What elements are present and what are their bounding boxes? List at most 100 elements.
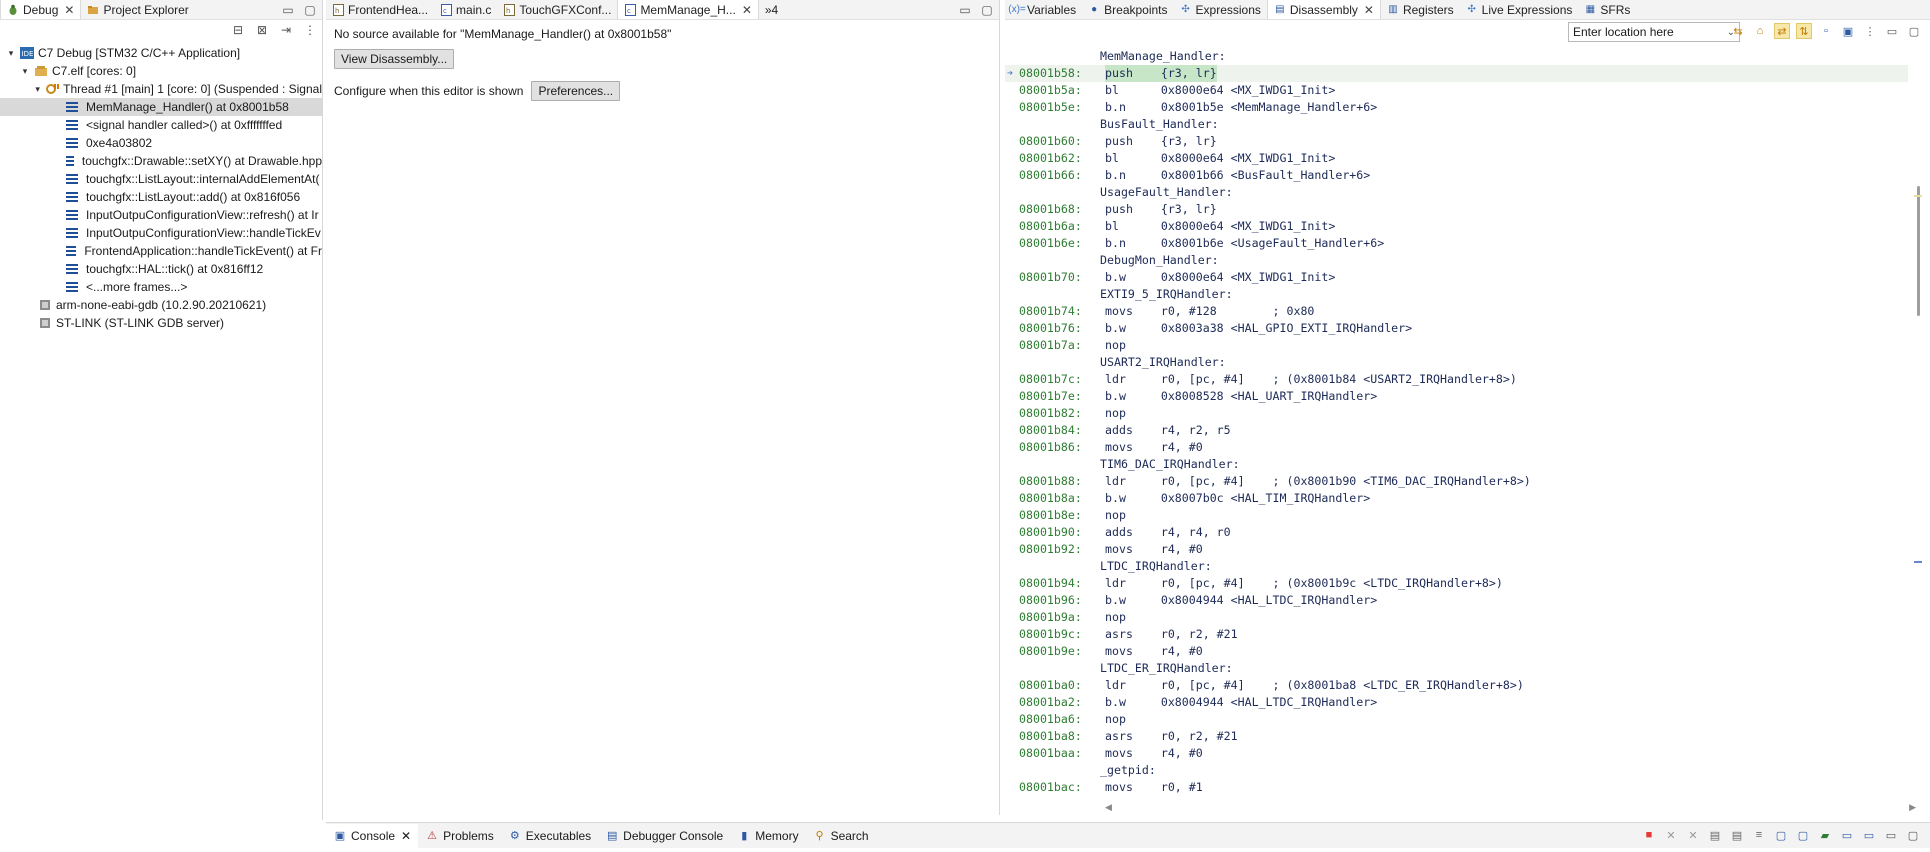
- open-console-icon[interactable]: ▭: [1862, 828, 1876, 842]
- instruction-line[interactable]: 08001b94: ldr r0, [pc, #4] ; (0x8001b9c <…: [1005, 575, 1908, 592]
- instruction-line[interactable]: 08001b5a: bl 0x8000e64 <MX_IWDG1_Init>: [1005, 82, 1908, 99]
- scroll-right-icon[interactable]: ▶: [1909, 802, 1916, 813]
- instruction-line[interactable]: 08001b68: push {r3, lr}: [1005, 201, 1908, 218]
- tab-registers[interactable]: ▥ Registers: [1381, 0, 1460, 19]
- instruction-line[interactable]: 08001b9c: asrs r0, r2, #21: [1005, 626, 1908, 643]
- horizontal-scrollbar[interactable]: ◀ ▶: [1105, 801, 1916, 815]
- instruction-line[interactable]: 08001b70: b.w 0x8000e64 <MX_IWDG1_Init>: [1005, 269, 1908, 286]
- word-wrap-icon[interactable]: ≡: [1752, 828, 1766, 842]
- stack-frame[interactable]: touchgfx::HAL::tick() at 0x816ff12: [0, 260, 322, 278]
- home-icon[interactable]: ⌂: [1752, 23, 1768, 39]
- tab-frontendheap[interactable]: h FrontendHea...: [326, 0, 434, 19]
- instruction-line[interactable]: 08001b60: push {r3, lr}: [1005, 133, 1908, 150]
- tree-gdb[interactable]: arm-none-eabi-gdb (10.2.90.20210621): [0, 296, 322, 314]
- tab-memmanage[interactable]: c MemManage_H... ✕: [617, 0, 759, 19]
- chevron-down-icon[interactable]: ▾: [20, 66, 30, 76]
- vertical-scrollbar[interactable]: [1914, 48, 1924, 801]
- pin-console-icon[interactable]: ▰: [1818, 828, 1832, 842]
- view-menu-icon[interactable]: ⋮: [302, 22, 318, 38]
- stack-frame[interactable]: touchgfx::Drawable::setXY() at Drawable.…: [0, 152, 322, 170]
- stack-frame[interactable]: touchgfx::ListLayout::add() at 0x816f056: [0, 188, 322, 206]
- stack-frame[interactable]: 0xe4a03802: [0, 134, 322, 152]
- open-console-icon[interactable]: ▫: [1818, 23, 1834, 39]
- tab-sfrs[interactable]: ▦ SFRs: [1578, 0, 1636, 19]
- show-source-icon[interactable]: ⇅: [1796, 23, 1812, 39]
- clear-console-icon[interactable]: ▤: [1708, 828, 1722, 842]
- tab-disassembly[interactable]: ▤ Disassembly ✕: [1266, 0, 1381, 19]
- terminate-icon[interactable]: ■: [1642, 828, 1656, 842]
- tab-variables[interactable]: (x)= Variables: [1005, 0, 1082, 19]
- minimize-icon[interactable]: ▭: [1884, 23, 1900, 39]
- instruction-line[interactable]: 08001b96: b.w 0x8004944 <HAL_LTDC_IRQHand…: [1005, 592, 1908, 609]
- tree-thread[interactable]: ▾ Thread #1 [main] 1 [core: 0] (Suspende…: [0, 80, 322, 98]
- display-console-icon[interactable]: ▭: [1840, 828, 1854, 842]
- close-icon[interactable]: ✕: [742, 3, 752, 17]
- function-label-line[interactable]: UsageFault_Handler:: [1005, 184, 1908, 201]
- maximize-icon[interactable]: ▢: [1906, 23, 1922, 39]
- instruction-line[interactable]: 08001b9e: movs r4, #0: [1005, 643, 1908, 660]
- sync-with-source-icon[interactable]: ⇄: [1774, 23, 1790, 39]
- instruction-line[interactable]: 08001b5e: b.n 0x8001b5e <MemManage_Handle…: [1005, 99, 1908, 116]
- tab-executables[interactable]: ⚙ Executables: [501, 824, 598, 848]
- function-label-line[interactable]: BusFault_Handler:: [1005, 116, 1908, 133]
- location-input[interactable]: Enter location here ⌄: [1568, 22, 1740, 42]
- instruction-line[interactable]: 08001b66: b.n 0x8001b66 <BusFault_Handler…: [1005, 167, 1908, 184]
- instruction-line[interactable]: 08001b8e: nop: [1005, 507, 1908, 524]
- stack-frame[interactable]: <signal handler called>() at 0xfffffffed: [0, 116, 322, 134]
- remove-all-icon[interactable]: ✕: [1686, 828, 1700, 842]
- chevron-down-icon[interactable]: ▾: [6, 48, 16, 58]
- tab-live-expressions[interactable]: ✣ Live Expressions: [1460, 0, 1579, 19]
- instruction-line[interactable]: 08001b7c: ldr r0, [pc, #4] ; (0x8001b84 <…: [1005, 371, 1908, 388]
- show-on-error-icon[interactable]: ▢: [1796, 828, 1810, 842]
- function-label-line[interactable]: LTDC_IRQHandler:: [1005, 558, 1908, 575]
- minimize-icon[interactable]: ▭: [280, 2, 296, 18]
- show-on-output-icon[interactable]: ▢: [1774, 828, 1788, 842]
- instruction-line[interactable]: 08001b74: movs r0, #128 ; 0x80: [1005, 303, 1908, 320]
- instruction-line[interactable]: 08001b88: ldr r0, [pc, #4] ; (0x8001b90 <…: [1005, 473, 1908, 490]
- maximize-icon[interactable]: ▢: [1906, 828, 1920, 842]
- close-icon[interactable]: ✕: [64, 3, 74, 17]
- maximize-icon[interactable]: ▢: [302, 2, 318, 18]
- tree-elf[interactable]: ▾ C7.elf [cores: 0]: [0, 62, 322, 80]
- tab-console[interactable]: ▣ Console ✕: [326, 823, 419, 848]
- function-label-line[interactable]: USART2_IRQHandler:: [1005, 354, 1908, 371]
- stack-frame[interactable]: touchgfx::ListLayout::internalAddElement…: [0, 170, 322, 188]
- tab-problems[interactable]: ⚠ Problems: [418, 824, 501, 848]
- instruction-line[interactable]: 08001b7a: nop: [1005, 337, 1908, 354]
- view-disassembly-button[interactable]: View Disassembly...: [334, 49, 455, 69]
- stack-frame[interactable]: InputOutpuConfigurationView::refresh() a…: [0, 206, 322, 224]
- tab-debug[interactable]: Debug ✕: [0, 0, 82, 19]
- stack-frame[interactable]: <...more frames...>: [0, 278, 322, 296]
- function-label-line[interactable]: MemManage_Handler:: [1005, 48, 1908, 65]
- instruction-line[interactable]: 08001b92: movs r4, #0: [1005, 541, 1908, 558]
- instruction-line[interactable]: 08001b76: b.w 0x8003a38 <HAL_GPIO_EXTI_IR…: [1005, 320, 1908, 337]
- pin-icon[interactable]: ▣: [1840, 23, 1856, 39]
- instruction-line[interactable]: 08001ba8: asrs r0, r2, #21: [1005, 728, 1908, 745]
- tab-breakpoints[interactable]: ● Breakpoints: [1082, 0, 1173, 19]
- tab-main-c[interactable]: c main.c: [434, 0, 497, 19]
- close-icon[interactable]: ✕: [401, 829, 411, 843]
- instruction-line[interactable]: 08001b86: movs r4, #0: [1005, 439, 1908, 456]
- collapse-all-icon[interactable]: ⊟: [230, 22, 246, 38]
- stack-frame[interactable]: InputOutpuConfigurationView::handleTickE…: [0, 224, 322, 242]
- close-icon[interactable]: ✕: [1364, 3, 1374, 17]
- function-label-line[interactable]: LTDC_ER_IRQHandler:: [1005, 660, 1908, 677]
- function-label-line[interactable]: DebugMon_Handler:: [1005, 252, 1908, 269]
- maximize-icon[interactable]: ▢: [979, 2, 995, 18]
- scroll-left-icon[interactable]: ◀: [1105, 802, 1112, 813]
- function-label-line[interactable]: _getpid:: [1005, 762, 1908, 779]
- instruction-line[interactable]: 08001b82: nop: [1005, 405, 1908, 422]
- instruction-line[interactable]: 08001baa: movs r4, #0: [1005, 745, 1908, 762]
- instruction-line[interactable]: 08001b9a: nop: [1005, 609, 1908, 626]
- current-instruction-line[interactable]: ➔ 08001b58: push {r3, lr}: [1005, 65, 1908, 82]
- instruction-line[interactable]: 08001b7e: b.w 0x8008528 <HAL_UART_IRQHand…: [1005, 388, 1908, 405]
- remove-launch-icon[interactable]: ✕: [1664, 828, 1678, 842]
- tree-stlink[interactable]: ST-LINK (ST-LINK GDB server): [0, 314, 322, 332]
- tab-expressions[interactable]: ✣ Expressions: [1174, 0, 1267, 19]
- stack-frame[interactable]: FrontendApplication::handleTickEvent() a…: [0, 242, 322, 260]
- instruction-line[interactable]: 08001ba0: ldr r0, [pc, #4] ; (0x8001ba8 <…: [1005, 677, 1908, 694]
- tab-debugger-console[interactable]: ▤ Debugger Console: [598, 824, 730, 848]
- step-filter-icon[interactable]: ⇥: [278, 22, 294, 38]
- tab-project-explorer[interactable]: Project Explorer: [81, 0, 194, 19]
- instruction-line[interactable]: 08001b6e: b.n 0x8001b6e <UsageFault_Handl…: [1005, 235, 1908, 252]
